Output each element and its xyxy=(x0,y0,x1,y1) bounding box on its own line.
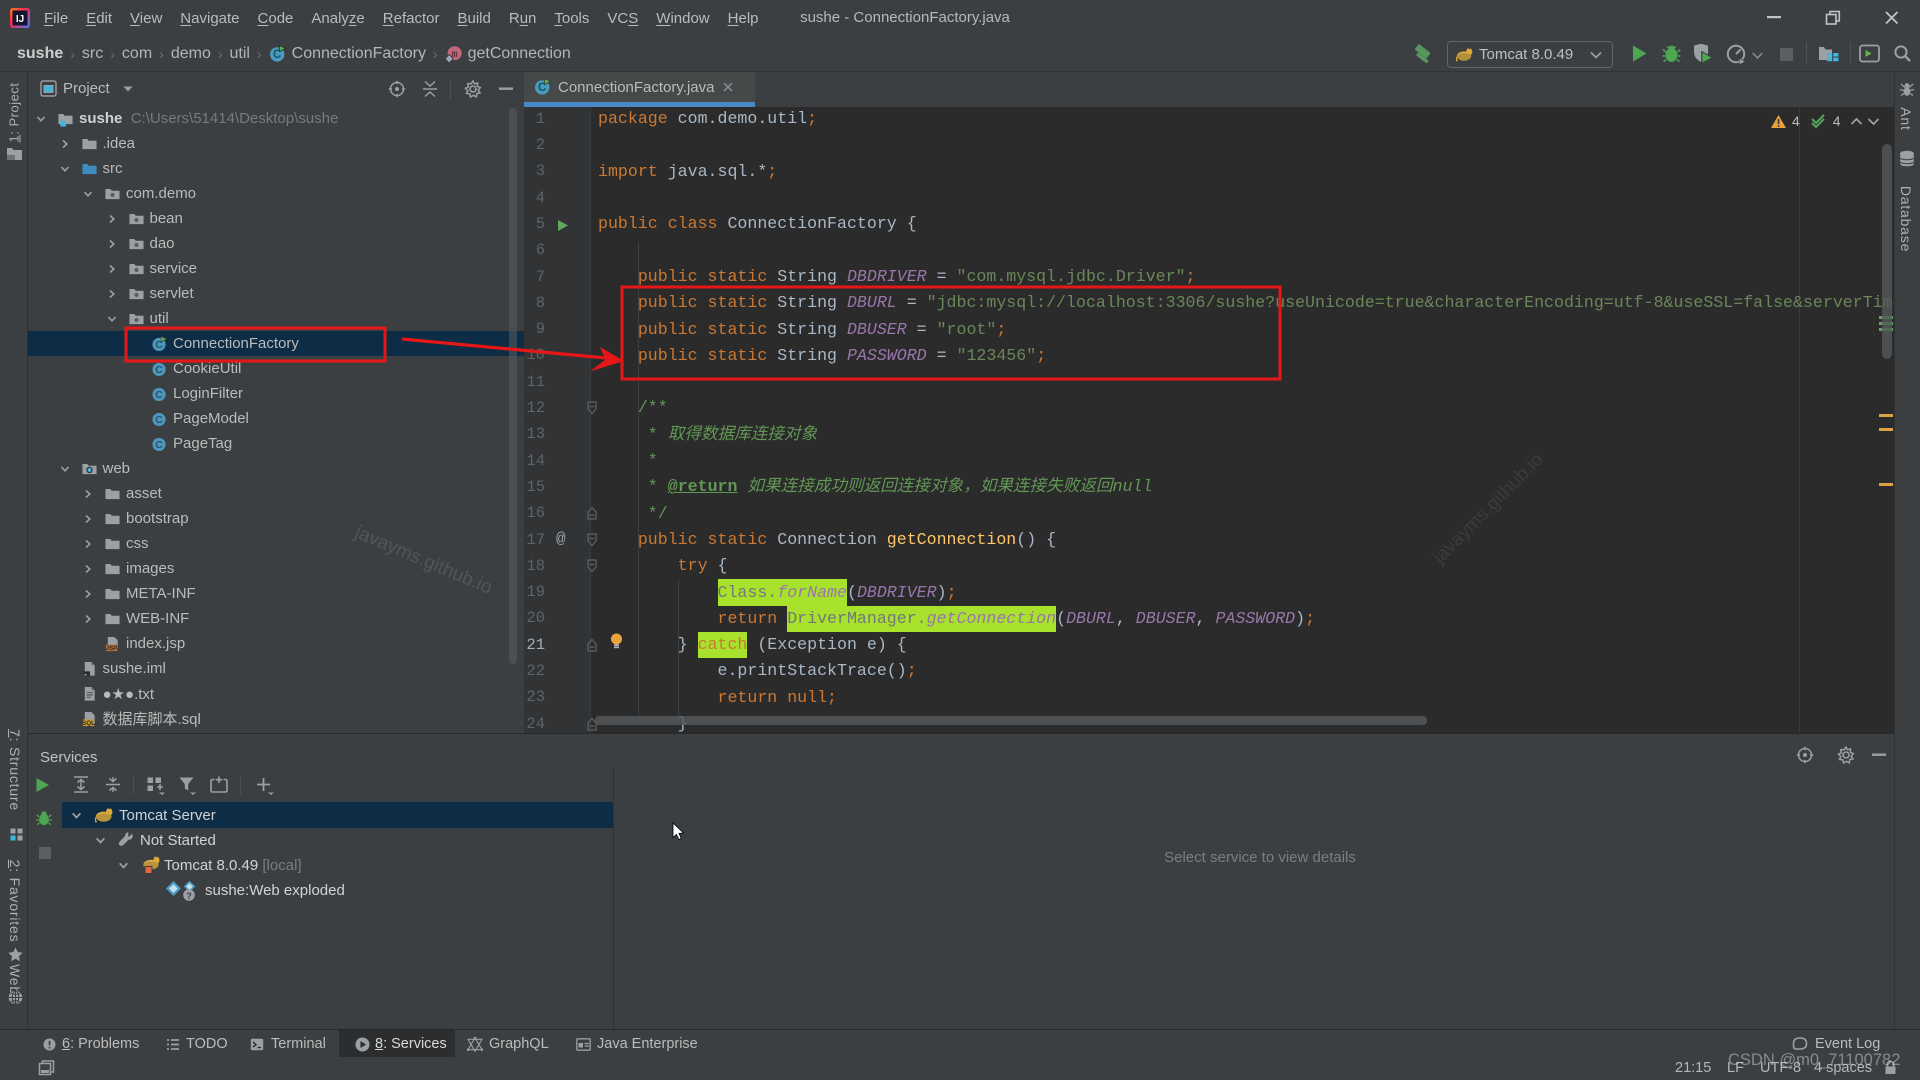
svg-text:C: C xyxy=(155,365,163,376)
svg-text:C: C xyxy=(155,390,163,401)
svg-text:C: C xyxy=(155,440,163,451)
svg-text:IJ: IJ xyxy=(16,14,24,25)
svg-text:C: C xyxy=(155,415,163,426)
svg-text:JSP: JSP xyxy=(106,644,118,651)
svg-text:?: ? xyxy=(186,891,192,901)
svg-text:SQL: SQL xyxy=(82,719,95,726)
svg-text:C: C xyxy=(155,340,163,351)
